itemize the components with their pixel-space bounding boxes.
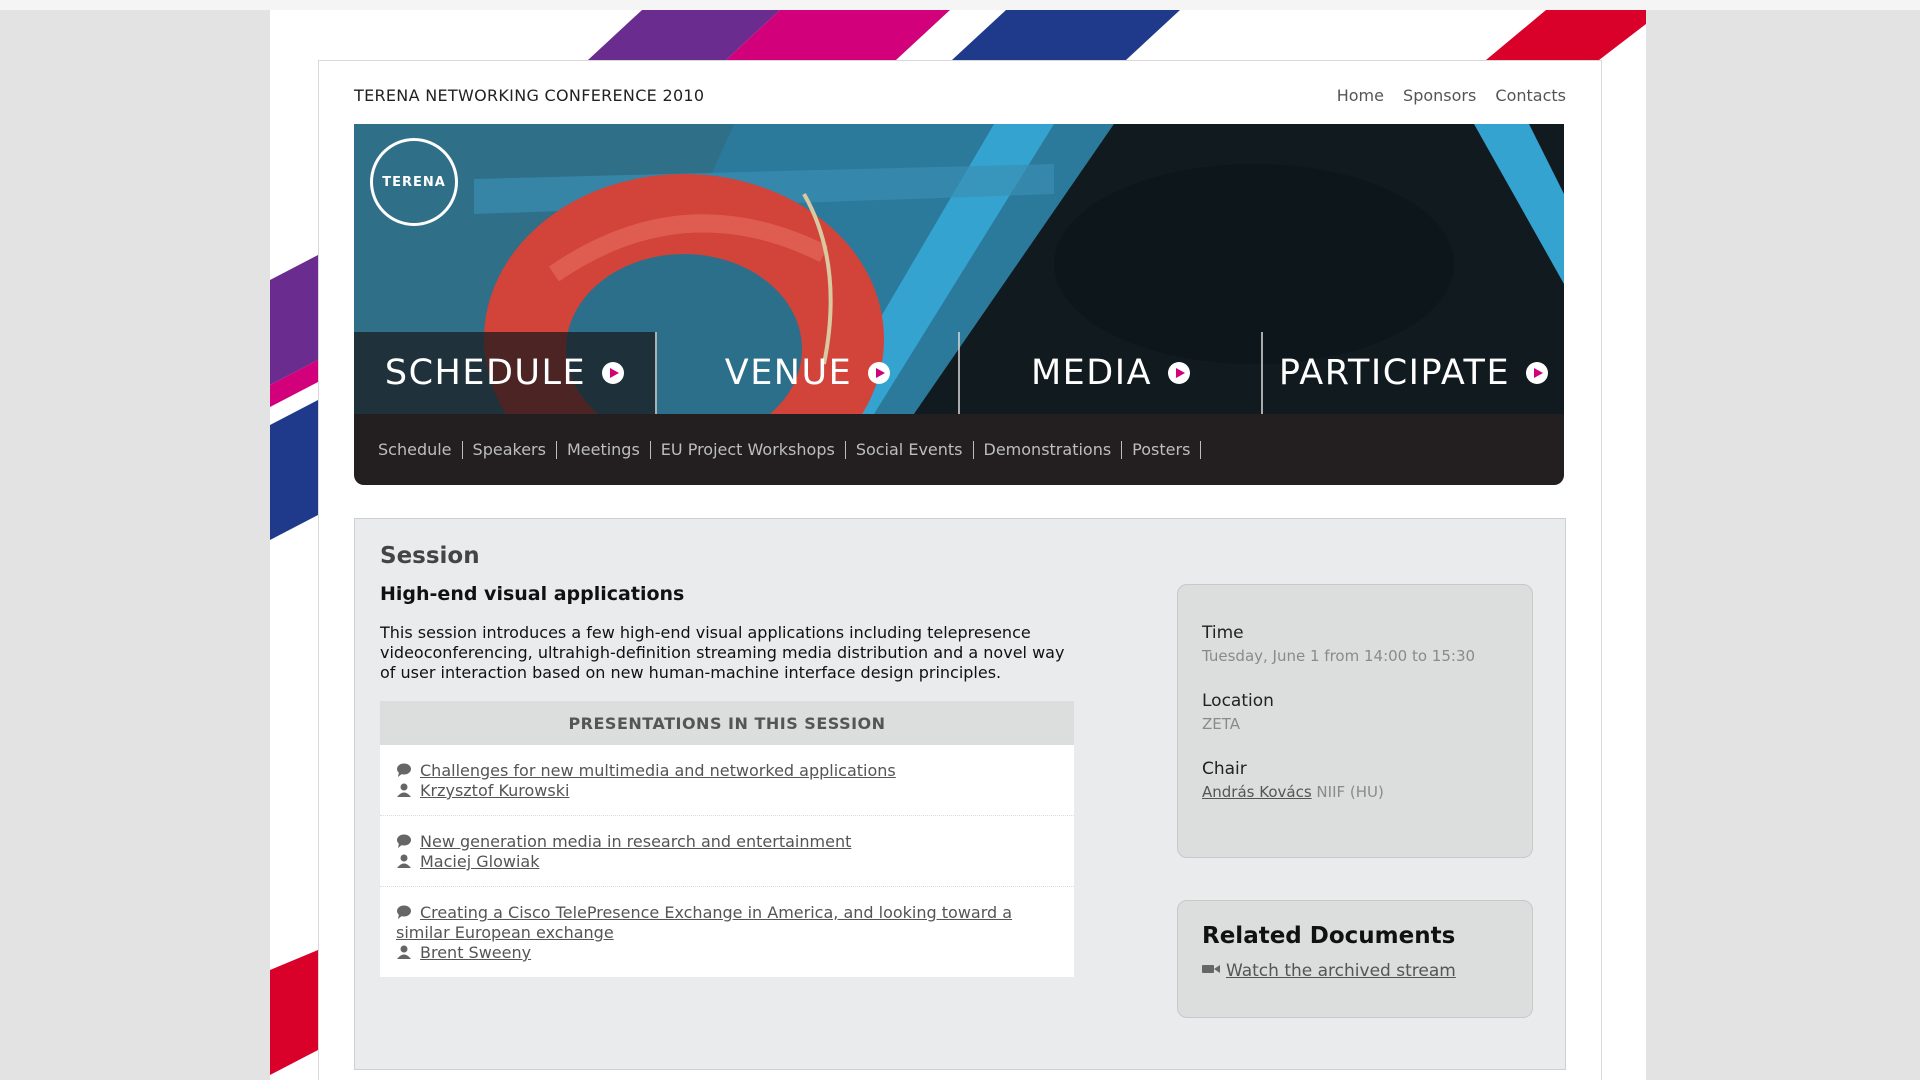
nav-venue-label: VENUE [724, 353, 853, 393]
site-frame: TERENA NETWORKING CONFERENCE 2010 Home S… [318, 60, 1602, 1080]
presentation-item: Creating a Cisco TelePresence Exchange i… [380, 887, 1074, 977]
speaker-link[interactable]: Brent Sweeny [420, 943, 531, 962]
presentation-item: New generation media in research and ent… [380, 816, 1074, 887]
browser-top-strip [0, 0, 1920, 10]
speech-bubble-icon [396, 905, 414, 919]
presentations-table: PRESENTATIONS IN THIS SESSION Challenges… [380, 701, 1074, 977]
subnav-meetings[interactable]: Meetings [557, 440, 651, 459]
nav-schedule-label: SCHEDULE [384, 353, 587, 393]
session-description: This session introduces a few high-end v… [380, 623, 1065, 682]
time-value: Tuesday, June 1 from 14:00 to 15:30 [1202, 647, 1476, 665]
play-arrow-icon [1168, 362, 1191, 384]
video-camera-icon [1202, 963, 1220, 977]
person-icon [396, 945, 414, 959]
nav-participate[interactable]: PARTICIPATE [1263, 332, 1564, 414]
play-arrow-icon [868, 362, 891, 384]
subnav-speakers[interactable]: Speakers [463, 440, 557, 459]
logo-text: TERENA [382, 174, 446, 190]
presentation-item: Challenges for new multimedia and networ… [380, 745, 1074, 816]
sponsors-link[interactable]: Sponsors [1403, 86, 1476, 105]
chair-org: NIIF (HU) [1316, 783, 1384, 801]
archived-stream-row: Watch the archived stream [1202, 961, 1508, 981]
speech-bubble-icon [396, 834, 414, 848]
session-content: Session High-end visual applications Thi… [354, 518, 1566, 1070]
nav-participate-label: PARTICIPATE [1278, 353, 1511, 393]
header-banner: TERENA SCHEDULE VENUE MEDIA PARTICIPATE [354, 124, 1564, 485]
location-value: ZETA [1202, 715, 1241, 733]
section-heading: Session [380, 543, 480, 569]
page-container: TERENA NETWORKING CONFERENCE 2010 Home S… [270, 10, 1646, 1080]
nav-venue[interactable]: VENUE [657, 332, 960, 414]
nav-media-label: MEDIA [1030, 353, 1153, 393]
archived-stream-link[interactable]: Watch the archived stream [1226, 961, 1456, 981]
session-info-box: Time Tuesday, June 1 from 14:00 to 15:30… [1177, 584, 1533, 858]
play-arrow-icon [1526, 362, 1549, 384]
nav-media[interactable]: MEDIA [960, 332, 1263, 414]
location-label: Location [1202, 691, 1274, 711]
terena-logo[interactable]: TERENA [370, 138, 458, 226]
play-arrow-icon [602, 362, 625, 384]
presentations-header: PRESENTATIONS IN THIS SESSION [380, 701, 1074, 745]
subnav-eu-project-workshops[interactable]: EU Project Workshops [651, 440, 846, 459]
person-icon [396, 783, 414, 797]
home-link[interactable]: Home [1337, 86, 1384, 105]
subnav-schedule[interactable]: Schedule [378, 440, 463, 459]
speech-bubble-icon [396, 763, 414, 777]
chair-label: Chair [1202, 759, 1247, 779]
top-links: Home Sponsors Contacts [1323, 86, 1566, 105]
presentation-title-link[interactable]: Creating a Cisco TelePresence Exchange i… [396, 903, 1012, 942]
person-icon [396, 854, 414, 868]
sub-nav: Schedule Speakers Meetings EU Project Wo… [354, 414, 1564, 485]
site-title: TERENA NETWORKING CONFERENCE 2010 [354, 86, 705, 105]
chair-name-link[interactable]: András Kovács [1202, 783, 1312, 801]
session-title: High-end visual applications [380, 583, 685, 605]
speaker-link[interactable]: Krzysztof Kurowski [420, 781, 569, 800]
main-nav: SCHEDULE VENUE MEDIA PARTICIPATE [354, 332, 1564, 414]
nav-schedule[interactable]: SCHEDULE [354, 332, 657, 414]
contacts-link[interactable]: Contacts [1495, 86, 1566, 105]
related-documents-box: Related Documents Watch the archived str… [1177, 900, 1533, 1018]
related-documents-title: Related Documents [1202, 923, 1456, 949]
speaker-link[interactable]: Maciej Glowiak [420, 852, 539, 871]
chair-value: András Kovács NIIF (HU) [1202, 783, 1508, 801]
subnav-social-events[interactable]: Social Events [846, 440, 974, 459]
presentation-title-link[interactable]: Challenges for new multimedia and networ… [420, 761, 896, 780]
subnav-demonstrations[interactable]: Demonstrations [974, 440, 1123, 459]
subnav-posters[interactable]: Posters [1122, 440, 1202, 459]
presentation-title-link[interactable]: New generation media in research and ent… [420, 832, 851, 851]
time-label: Time [1202, 623, 1244, 643]
